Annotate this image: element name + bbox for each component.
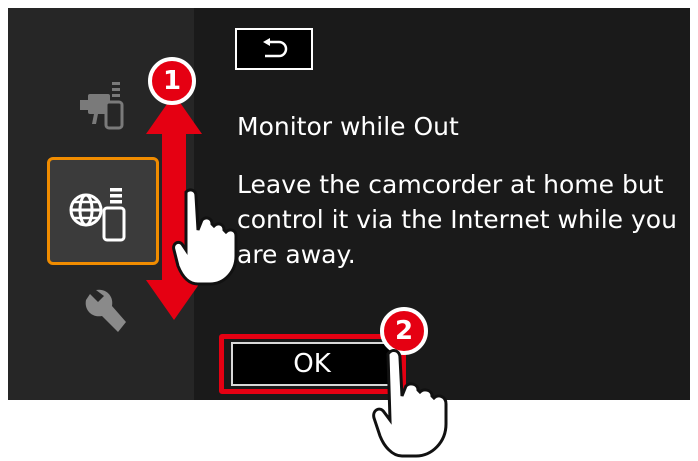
- camcorder-screen: Monitor while Out Leave the camcorder at…: [8, 8, 690, 400]
- return-arrow-icon: [263, 38, 288, 58]
- back-button[interactable]: [235, 28, 313, 70]
- hand-tap-icon: [372, 349, 448, 458]
- globe-smartphone-icon: [69, 188, 126, 242]
- ok-button[interactable]: OK: [231, 342, 393, 386]
- step-1-badge: 1: [148, 57, 196, 105]
- page-title: Monitor while Out: [237, 112, 459, 141]
- description-text: Leave the camcorder at home but control …: [237, 170, 677, 269]
- sidebar-item-network[interactable]: [47, 157, 159, 265]
- wrench-icon[interactable]: [80, 288, 130, 338]
- hand-swipe-icon: [172, 188, 238, 286]
- camera-smartphone-icon[interactable]: [74, 80, 134, 140]
